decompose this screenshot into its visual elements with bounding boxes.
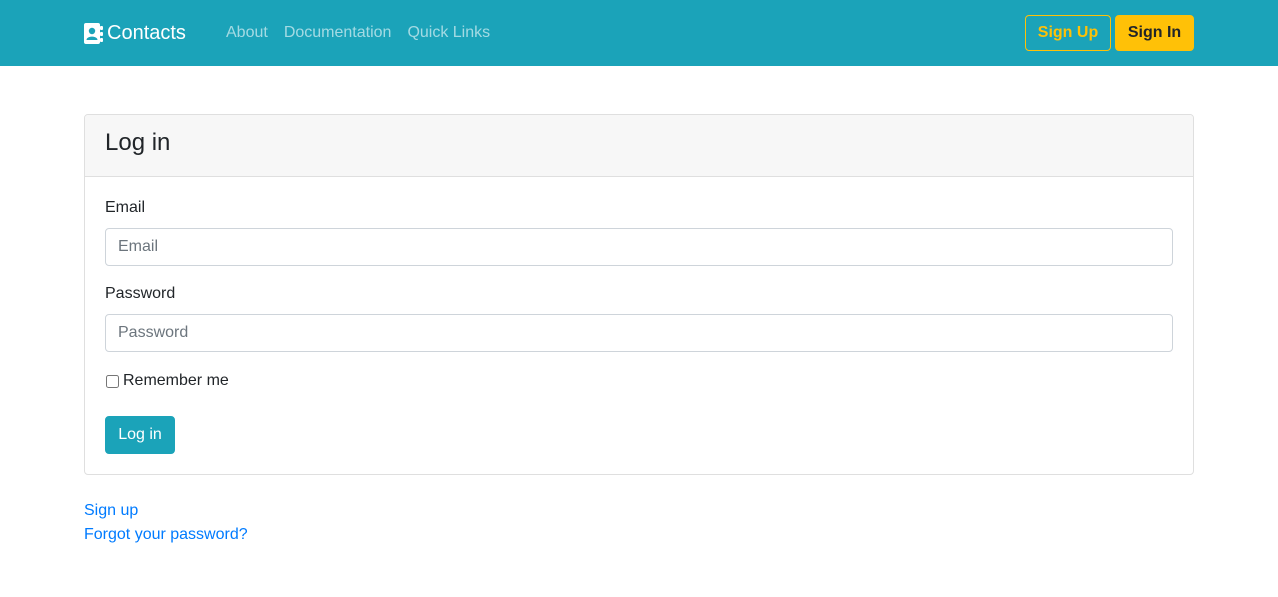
- login-card-header: Log in: [85, 115, 1193, 177]
- brand-link[interactable]: Contacts: [84, 20, 186, 46]
- login-card: Log in Email Password Remember me Log in: [84, 114, 1194, 475]
- top-navbar: Contacts About Documentation Quick Links…: [0, 0, 1278, 66]
- brand-label: Contacts: [107, 21, 186, 44]
- password-label: Password: [105, 285, 176, 302]
- email-field[interactable]: [105, 228, 1173, 266]
- remember-me-label[interactable]: Remember me: [123, 372, 229, 390]
- password-field[interactable]: [105, 314, 1173, 352]
- nav-link-documentation[interactable]: Documentation: [284, 24, 392, 42]
- page-title: Log in: [105, 129, 171, 156]
- forgot-password-link[interactable]: Forgot your password?: [84, 526, 248, 544]
- log-in-button[interactable]: Log in: [105, 416, 175, 454]
- nav-links: About Documentation Quick Links: [226, 22, 506, 44]
- sign-up-link[interactable]: Sign up: [84, 502, 138, 520]
- sign-in-button[interactable]: Sign In: [1115, 15, 1194, 51]
- remember-me-checkbox[interactable]: [106, 374, 119, 388]
- nav-link-about[interactable]: About: [226, 24, 268, 42]
- address-book-icon: [84, 22, 103, 44]
- sign-up-button[interactable]: Sign Up: [1025, 15, 1111, 51]
- remember-me-row: Remember me: [105, 371, 229, 391]
- nav-link-quick-links[interactable]: Quick Links: [407, 24, 490, 42]
- email-label: Email: [105, 199, 146, 216]
